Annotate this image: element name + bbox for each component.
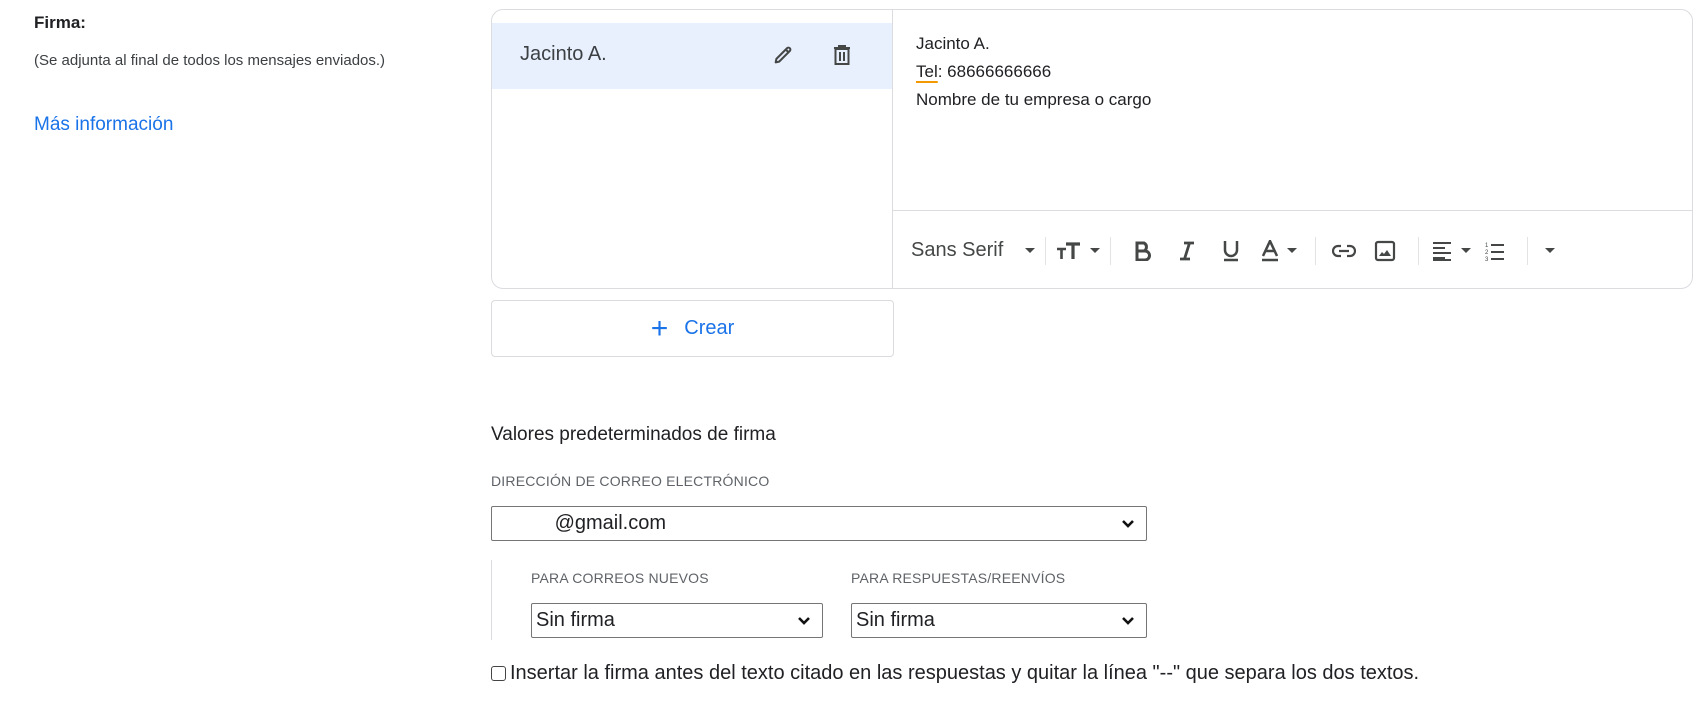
font-family-dropdown[interactable]: Sans Serif	[911, 233, 1036, 269]
font-size-button[interactable]	[1056, 233, 1101, 269]
signature-line-name: Jacinto A.	[916, 34, 990, 53]
signature-name: Jacinto A.	[520, 43, 607, 65]
plus-icon: +	[650, 311, 669, 345]
italic-button[interactable]	[1165, 233, 1209, 269]
toolbar-divider	[1527, 236, 1529, 265]
tel-value: : 68666666666	[937, 62, 1052, 81]
toolbar-divider	[1045, 236, 1047, 265]
pencil-icon[interactable]	[768, 40, 798, 70]
image-icon	[1375, 240, 1396, 261]
signature-line-company: Nombre de tu empresa o cargo	[916, 90, 1152, 109]
insert-before-quote-option[interactable]: Insertar la firma antes del texto citado…	[491, 662, 1419, 685]
trash-icon[interactable]	[827, 40, 857, 70]
signature-defaults-title: Valores predeterminados de firma	[491, 424, 776, 445]
font-size-icon	[1057, 241, 1081, 259]
signature-panel: Jacinto A. Jacinto A. Tel: 68666666666 N…	[491, 9, 1693, 289]
create-signature-button[interactable]: + Crear	[491, 300, 894, 357]
signature-text[interactable]: Jacinto A. Tel: 68666666666 Nombre de tu…	[916, 30, 1151, 114]
numbered-list-button[interactable]: 123	[1473, 233, 1517, 269]
svg-text:1: 1	[1485, 243, 1489, 249]
numbered-list-icon: 123	[1485, 243, 1505, 262]
bold-icon	[1135, 241, 1152, 261]
link-icon	[1332, 244, 1357, 257]
reply-forward-signature-select[interactable]: Sin firma	[851, 603, 1147, 638]
more-formatting-button[interactable]	[1538, 233, 1562, 269]
signature-editor-body[interactable]: Jacinto A. Tel: 68666666666 Nombre de tu…	[893, 10, 1692, 211]
chevron-down-icon	[1025, 248, 1036, 253]
reply-forward-label: PARA RESPUESTAS/REENVÍOS	[851, 570, 1066, 586]
insert-link-button[interactable]	[1326, 233, 1362, 269]
signature-line-tel: Tel: 68666666666	[916, 58, 1151, 86]
chevron-down-icon	[1461, 248, 1472, 253]
signature-section-title: Firma:	[34, 13, 86, 32]
chevron-down-icon	[792, 616, 816, 626]
svg-text:3: 3	[1485, 257, 1489, 262]
align-button[interactable]	[1429, 233, 1473, 269]
spellcheck-word: Tel	[916, 62, 938, 81]
signature-list: Jacinto A.	[492, 10, 893, 288]
email-address-value: @gmail.com	[499, 512, 667, 534]
insert-before-quote-label: Insertar la firma antes del texto citado…	[510, 662, 1420, 684]
text-color-icon	[1262, 239, 1279, 261]
new-mail-signature-select[interactable]: Sin firma	[531, 603, 823, 638]
chevron-down-icon	[1287, 248, 1298, 253]
new-mail-label: PARA CORREOS NUEVOS	[531, 570, 709, 586]
italic-icon	[1180, 241, 1195, 260]
more-info-link[interactable]: Más información	[34, 114, 173, 136]
email-address-select[interactable]: @gmail.com	[491, 506, 1147, 541]
toolbar-divider	[1315, 236, 1317, 265]
svg-text:2: 2	[1485, 250, 1489, 256]
chevron-down-icon	[1116, 519, 1140, 529]
chevron-down-icon	[1090, 248, 1101, 253]
chevron-down-icon	[1545, 248, 1556, 253]
underline-icon	[1224, 240, 1239, 261]
indent-divider	[491, 560, 492, 640]
create-signature-label: Crear	[684, 317, 735, 339]
new-mail-signature-value: Sin firma	[536, 609, 615, 631]
email-address-label: DIRECCIÓN DE CORREO ELECTRÓNICO	[491, 473, 770, 489]
insert-before-quote-checkbox[interactable]	[491, 666, 506, 681]
toolbar-divider	[1418, 236, 1420, 265]
signature-list-item[interactable]: Jacinto A.	[492, 23, 892, 89]
signature-section-description: (Se adjunta al final de todos los mensaj…	[34, 52, 386, 69]
font-family-value: Sans Serif	[911, 239, 1004, 261]
signature-editor: Jacinto A. Tel: 68666666666 Nombre de tu…	[893, 10, 1692, 288]
align-left-icon	[1433, 241, 1452, 261]
chevron-down-icon	[1116, 616, 1140, 626]
underline-button[interactable]	[1209, 233, 1253, 269]
bold-button[interactable]	[1121, 233, 1165, 269]
toolbar-divider	[1110, 236, 1112, 265]
insert-image-button[interactable]	[1362, 233, 1408, 269]
formatting-toolbar: Sans Serif 1 2 3	[893, 211, 1692, 288]
text-color-button[interactable]	[1253, 233, 1305, 269]
reply-forward-signature-value: Sin firma	[856, 609, 935, 631]
